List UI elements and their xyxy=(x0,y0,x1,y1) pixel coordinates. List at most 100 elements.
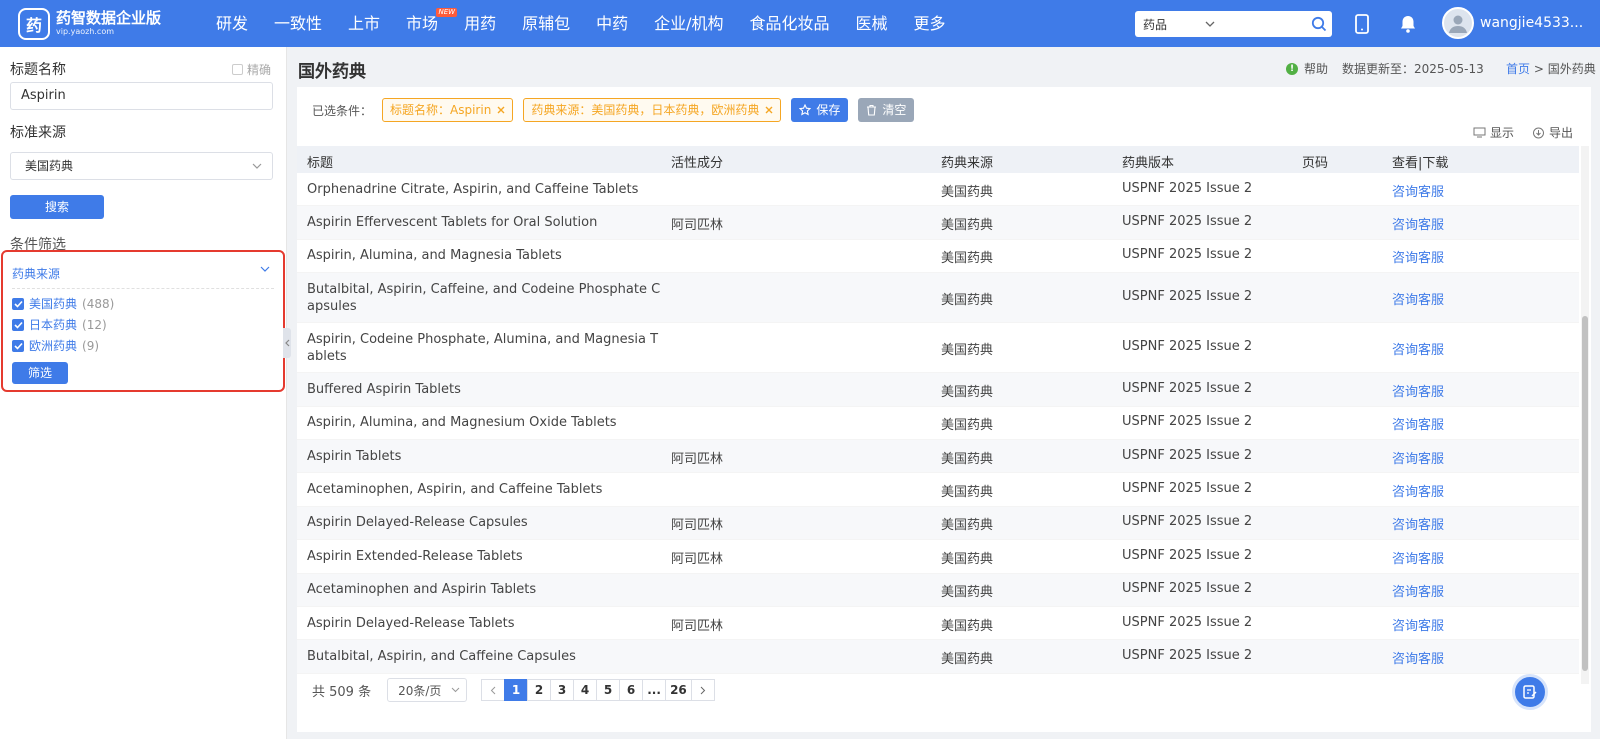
cell-title[interactable]: Aspirin, Alumina, and Magnesia Tablets xyxy=(307,247,662,264)
cell-title[interactable]: Buffered Aspirin Tablets xyxy=(307,381,662,398)
option-label: 日本药典 xyxy=(29,318,78,332)
table-row[interactable]: Buffered Aspirin Tablets 美国药典 USPNF 2025 I… xyxy=(297,373,1579,407)
table-row[interactable]: Aspirin Tablets 阿司匹林 美国药典 USPNF 2025 Issue … xyxy=(297,439,1579,474)
table-row[interactable]: Aspirin, Alumina, and Magnesium Oxide Ta… xyxy=(297,407,1579,440)
table-row[interactable]: Aspirin Delayed-Release Capsules 阿司匹林 美国药典… xyxy=(297,506,1579,541)
page-button[interactable]: 2 xyxy=(527,679,552,701)
filter-option-usp[interactable]: 美国药典 (488) xyxy=(12,295,114,312)
consult-link[interactable]: 咨询客服 xyxy=(1392,381,1444,400)
close-icon[interactable] xyxy=(765,106,773,114)
consult-link[interactable]: 咨询客服 xyxy=(1392,339,1444,358)
nav-item-market[interactable]: 市场 NEW xyxy=(393,0,458,47)
table-row[interactable]: Butalbital, Aspirin, Caffeine, and Codei… xyxy=(297,273,1579,324)
search-category-select[interactable]: 药品 xyxy=(1135,16,1225,33)
logo[interactable]: 药 药智数据企业版 vip.yaozh.com xyxy=(18,7,203,40)
filter-option-jp[interactable]: 日本药典 (12) xyxy=(12,316,107,333)
save-button[interactable]: 保存 xyxy=(791,98,849,122)
exact-match-checkbox[interactable]: 精确 xyxy=(232,61,271,78)
consult-link[interactable]: 咨询客服 xyxy=(1392,481,1444,500)
table-row[interactable]: Acetaminophen and Aspirin Tablets 美国药典 USP… xyxy=(297,573,1579,607)
consult-link[interactable]: 咨询客服 xyxy=(1392,247,1444,266)
cell-title[interactable]: Aspirin Effervescent Tablets for Oral So… xyxy=(307,214,662,231)
display-button[interactable]: 显示 xyxy=(1473,124,1514,141)
consult-link[interactable]: 咨询客服 xyxy=(1392,181,1444,200)
page-button[interactable]: 1 xyxy=(504,679,529,701)
nav-item-listing[interactable]: 上市 xyxy=(335,0,393,47)
nav-item-companies[interactable]: 企业/机构 xyxy=(641,0,736,47)
nav-item-tcm[interactable]: 中药 xyxy=(583,0,641,47)
apply-filter-button[interactable]: 筛选 xyxy=(12,362,68,384)
chevron-down-icon[interactable] xyxy=(260,266,270,272)
consult-link[interactable]: 咨询客服 xyxy=(1392,448,1444,467)
consult-link[interactable]: 咨询客服 xyxy=(1392,514,1444,533)
column-header-source[interactable]: 药典来源 xyxy=(941,152,993,171)
nav-item-consistency[interactable]: 一致性 xyxy=(261,0,335,47)
table-row[interactable]: Aspirin Delayed-Release Tablets 阿司匹林 美国药典 U… xyxy=(297,607,1579,641)
page-button[interactable]: ... xyxy=(642,679,667,701)
cell-title[interactable]: Aspirin Extended-Release Tablets xyxy=(307,548,662,565)
nav-item-devices[interactable]: 医械 xyxy=(843,0,901,47)
page-size-select[interactable]: 20条/页 xyxy=(387,678,468,702)
table-row[interactable]: Aspirin Effervescent Tablets for Oral So… xyxy=(297,206,1579,240)
filter-group-title[interactable]: 药典来源 xyxy=(12,265,60,282)
column-header-page[interactable]: 页码 xyxy=(1302,152,1328,171)
page-button[interactable]: 6 xyxy=(619,679,644,701)
cell-title[interactable]: Orphenadrine Citrate, Aspirin, and Caffe… xyxy=(307,181,662,198)
cell-title[interactable]: Aspirin Tablets xyxy=(307,448,662,465)
column-header-ingredient[interactable]: 活性成分 xyxy=(671,152,723,171)
nav-item-medication[interactable]: 用药 xyxy=(451,0,509,47)
table-scrollbar[interactable] xyxy=(1581,146,1589,684)
close-icon[interactable] xyxy=(497,106,505,114)
table-row[interactable]: Aspirin, Alumina, and Magnesia Tablets 美国… xyxy=(297,240,1579,274)
table-row[interactable]: Aspirin, Codeine Phosphate, Alumina, and… xyxy=(297,323,1579,374)
cell-title[interactable]: Aspirin Delayed-Release Tablets xyxy=(307,615,662,632)
consult-link[interactable]: 咨询客服 xyxy=(1392,615,1444,634)
nav-item-more[interactable]: 更多 xyxy=(901,0,959,47)
page-button[interactable]: 4 xyxy=(573,679,598,701)
cell-title[interactable]: Butalbital, Aspirin, Caffeine, and Codei… xyxy=(307,281,662,315)
export-button[interactable]: 导出 xyxy=(1532,124,1573,141)
search-button[interactable]: 搜索 xyxy=(10,195,104,219)
scrollbar-thumb[interactable] xyxy=(1582,316,1588,671)
standard-source-select[interactable]: 美国药典 xyxy=(10,152,273,180)
table-row[interactable]: Orphenadrine Citrate, Aspirin, and Caffe… xyxy=(297,173,1579,207)
table-row[interactable]: Aspirin Extended-Release Tablets 阿司匹林 美国药典… xyxy=(297,540,1579,574)
table-row[interactable]: Acetaminophen, Aspirin, and Caffeine Tab… xyxy=(297,473,1579,507)
column-header-version[interactable]: 药典版本 xyxy=(1122,152,1174,171)
title-name-input[interactable]: Aspirin xyxy=(10,82,273,110)
mobile-icon[interactable] xyxy=(1355,13,1369,34)
help-link[interactable]: 帮助 xyxy=(1304,60,1328,77)
cell-title[interactable]: Acetaminophen and Aspirin Tablets xyxy=(307,581,662,598)
page-button[interactable]: 26 xyxy=(665,679,692,701)
cell-title[interactable]: Acetaminophen, Aspirin, and Caffeine Tab… xyxy=(307,481,662,498)
filter-option-ep[interactable]: 欧洲药典 (9) xyxy=(12,337,99,354)
cell-title[interactable]: Aspirin, Codeine Phosphate, Alumina, and… xyxy=(307,331,662,365)
search-input[interactable] xyxy=(1225,17,1306,31)
prev-page-button[interactable] xyxy=(481,679,506,701)
bell-icon[interactable] xyxy=(1399,14,1417,34)
nav-item-food-cosmetics[interactable]: 食品化妆品 xyxy=(737,0,843,47)
nav-item-research[interactable]: 研发 xyxy=(203,0,261,47)
next-page-button[interactable] xyxy=(690,679,715,701)
nav-item-excipients[interactable]: 原辅包 xyxy=(509,0,583,47)
breadcrumb-home[interactable]: 首页 xyxy=(1506,62,1530,76)
feedback-button[interactable] xyxy=(1512,674,1548,710)
search-icon[interactable] xyxy=(1306,16,1332,32)
page-button[interactable]: 3 xyxy=(550,679,575,701)
page-button[interactable]: 5 xyxy=(596,679,621,701)
cell-title[interactable]: Butalbital, Aspirin, and Caffeine Capsul… xyxy=(307,648,662,665)
consult-link[interactable]: 咨询客服 xyxy=(1392,548,1444,567)
consult-link[interactable]: 咨询客服 xyxy=(1392,214,1444,233)
consult-link[interactable]: 咨询客服 xyxy=(1392,648,1444,667)
consult-link[interactable]: 咨询客服 xyxy=(1392,581,1444,600)
column-header-title[interactable]: 标题 xyxy=(307,152,333,171)
column-header-view-download[interactable]: 查看|下载 xyxy=(1392,152,1448,171)
table-row[interactable]: Butalbital, Aspirin, and Caffeine Capsul… xyxy=(297,640,1579,674)
clear-button[interactable]: 清空 xyxy=(858,98,915,122)
user-menu[interactable]: wangjie4533... xyxy=(1442,7,1583,39)
sidebar-collapse-handle[interactable] xyxy=(283,328,291,358)
consult-link[interactable]: 咨询客服 xyxy=(1392,414,1444,433)
cell-title[interactable]: Aspirin, Alumina, and Magnesium Oxide Ta… xyxy=(307,414,662,431)
cell-title[interactable]: Aspirin Delayed-Release Capsules xyxy=(307,514,662,531)
consult-link[interactable]: 咨询客服 xyxy=(1392,289,1444,308)
